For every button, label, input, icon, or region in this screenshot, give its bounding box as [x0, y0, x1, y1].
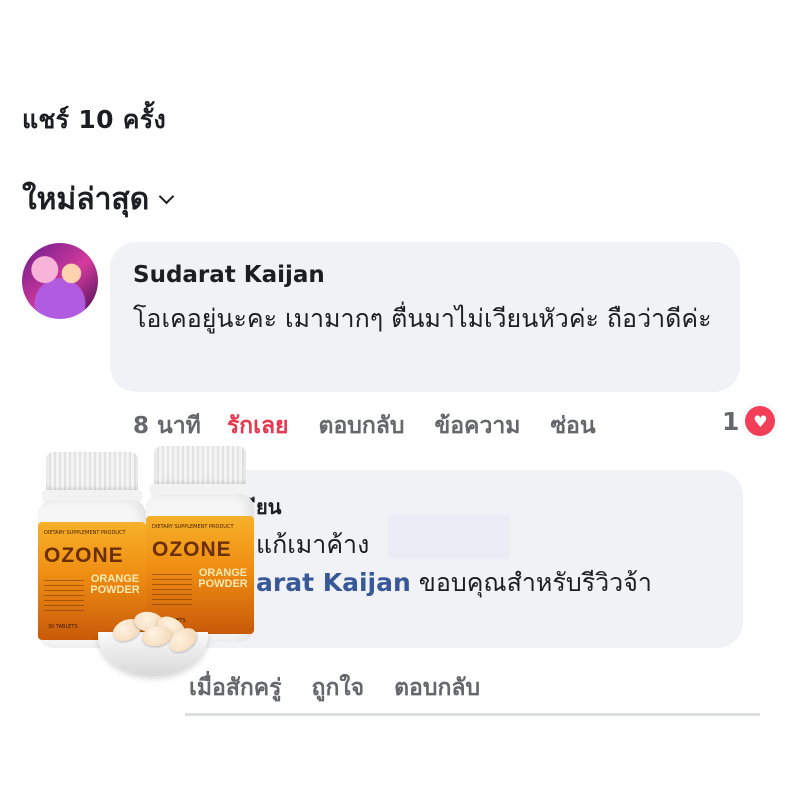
- redacted-area: [388, 515, 510, 559]
- like-button[interactable]: ถูกใจ: [312, 670, 365, 706]
- product-brand: OZONE: [44, 544, 124, 567]
- mention-link[interactable]: arat Kaijan: [256, 568, 411, 597]
- product-name: ORANGE POWDER: [198, 567, 248, 590]
- reply-text-line1: แก้เมาค้าง: [256, 530, 370, 559]
- sort-dropdown[interactable]: ใหม่ล่าสุด: [22, 176, 175, 223]
- comment-author[interactable]: Sudarat Kaijan: [133, 262, 325, 288]
- reply-text-line2: arat Kaijan ขอบคุณสำหรับรีวิวจ้า: [256, 563, 652, 603]
- product-name: ORANGE POWDER: [90, 573, 140, 596]
- reply-text: ขอบคุณสำหรับรีวิวจ้า: [410, 568, 652, 597]
- product-tablets: 30 TABLETS: [48, 624, 78, 630]
- product-subtitle: DIETARY SUPPLEMENT PRODUCT: [152, 524, 234, 530]
- comment-time[interactable]: 8 นาที: [133, 408, 201, 444]
- reply-button[interactable]: ตอบกลับ: [319, 408, 405, 444]
- hide-button[interactable]: ซ่อน: [550, 408, 595, 444]
- comment-actions: 8 นาที รักเลย ตอบกลับ ข้อความ ซ่อน: [133, 408, 596, 444]
- tablet-bowl: [98, 609, 208, 682]
- reply-reply-button[interactable]: ตอบกลับ: [394, 670, 480, 706]
- reply-actions: เมื่อสักครู่ ถูกใจ ตอบกลับ: [189, 670, 480, 706]
- reply-author[interactable]: ียน: [256, 491, 281, 523]
- product-subtitle: DIETARY SUPPLEMENT PRODUCT: [44, 530, 126, 536]
- message-button[interactable]: ข้อความ: [435, 408, 521, 444]
- love-button[interactable]: รักเลย: [227, 408, 289, 444]
- comment-text: โอเคอยู่นะคะ เมามากๆ ตื่นมาไม่เวียนหัวค่…: [133, 304, 712, 333]
- avatar[interactable]: [22, 243, 98, 319]
- chevron-down-icon: [158, 188, 175, 205]
- divider: [185, 713, 760, 716]
- heart-icon: ♥: [743, 404, 778, 438]
- sort-label: ใหม่ล่าสุด: [22, 182, 150, 217]
- reaction-summary[interactable]: 1 ♥: [722, 404, 778, 438]
- reaction-count: 1: [722, 406, 740, 436]
- product-brand: OZONE: [152, 538, 232, 561]
- share-count[interactable]: แชร์ 10 ครั้ง: [22, 100, 166, 140]
